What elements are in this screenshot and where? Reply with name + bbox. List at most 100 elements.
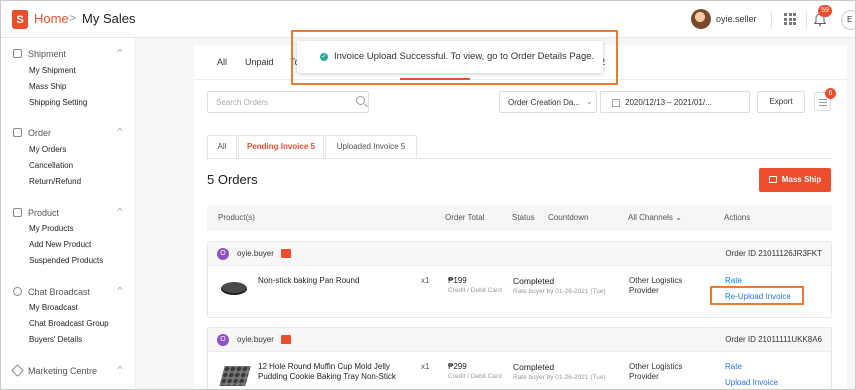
shipping-channel: Other Logistics Provider <box>629 276 683 295</box>
sidebar-section-chat-broadcast[interactable]: Chat Broadcast <box>13 287 90 297</box>
payment-method: Credit / Debit Card <box>448 287 502 294</box>
breadcrumb-home[interactable]: Home <box>34 11 69 26</box>
sidebar-section-order[interactable]: Order <box>13 128 51 138</box>
tab-all[interactable]: All <box>217 57 227 67</box>
box-icon <box>13 49 22 58</box>
table-header: Product(s) Order Total Status Countdown … <box>207 205 832 231</box>
sidebar-section-marketing-centre[interactable]: Marketing Centre <box>11 364 97 377</box>
rate-link[interactable]: Rate <box>725 276 742 285</box>
rate-deadline: Rate buyer by 01-26-2021 (Tue) <box>513 288 606 295</box>
chevron-up-icon[interactable]: ^ <box>117 286 122 295</box>
chevron-up-icon[interactable]: ^ <box>117 365 122 374</box>
sidebar-item-add-new-product[interactable]: Add New Product <box>29 240 91 249</box>
chevron-up-icon[interactable]: ^ <box>117 207 122 216</box>
tab-unpaid[interactable]: Unpaid <box>245 57 274 67</box>
upload-invoice-link[interactable]: Upload Invoice <box>725 378 778 387</box>
col-actions: Actions <box>724 213 751 222</box>
order-card: O oyie.buyer Order ID 21011111UKK8A6 12 … <box>207 327 832 389</box>
product-name[interactable]: 12 Hole Round Muffin Cup Mold Jelly Pudd… <box>258 362 414 382</box>
breadcrumb-current: My Sales <box>82 11 136 26</box>
clipboard-icon <box>13 128 22 137</box>
seller-username[interactable]: oyie.seller <box>716 14 757 24</box>
search-icon[interactable] <box>356 96 365 105</box>
calendar-icon <box>612 99 620 107</box>
sidebar-item-cancellation[interactable]: Cancellation <box>29 161 73 170</box>
language-button[interactable]: E <box>841 10 855 30</box>
people-icon <box>13 287 22 296</box>
chevron-down-icon: ⌄ <box>675 213 682 222</box>
buyer-avatar: O <box>217 334 229 346</box>
col-status: Status <box>512 213 535 222</box>
chevron-down-icon: ⌄ <box>586 97 593 106</box>
sidebar-item-my-products[interactable]: My Products <box>29 224 73 233</box>
tab-uploaded-invoice[interactable]: Uploaded Invoice 5 <box>325 135 417 159</box>
sidebar-item-shipping-setting[interactable]: Shipping Setting <box>29 98 87 107</box>
sidebar-item-return-refund[interactable]: Return/Refund <box>29 177 81 186</box>
sidebar: Shipment ^ My Shipment Mass Ship Shippin… <box>1 38 136 389</box>
apps-grid-icon[interactable] <box>784 13 796 25</box>
sidebar-section-shipment[interactable]: Shipment <box>13 49 66 59</box>
ship-icon <box>768 176 777 183</box>
export-list-badge: 6 <box>825 88 836 99</box>
col-products: Product(s) <box>218 213 255 222</box>
shipping-channel: Other Logistics Provider <box>629 362 683 381</box>
product-image[interactable] <box>218 360 251 389</box>
product-image[interactable] <box>218 274 250 306</box>
tab-invoice-all[interactable]: All <box>207 135 237 159</box>
col-countdown: Countdown <box>548 213 589 222</box>
mass-ship-button[interactable]: Mass Ship <box>759 168 831 192</box>
chat-icon[interactable] <box>281 335 291 344</box>
sort-select-value: Order Creation Da... <box>508 98 581 107</box>
breadcrumb-separator: > <box>69 11 77 25</box>
bag-icon <box>13 208 22 217</box>
product-qty: x1 <box>421 362 430 371</box>
sidebar-item-buyers-details[interactable]: Buyers' Details <box>29 335 82 344</box>
sidebar-item-chat-broadcast-group[interactable]: Chat Broadcast Group <box>29 319 109 328</box>
order-total: ₱199 <box>448 276 467 285</box>
order-id[interactable]: Order ID 21011126JR3FKT <box>725 249 822 258</box>
order-status: Completed <box>513 362 555 372</box>
sidebar-item-my-shipment[interactable]: My Shipment <box>29 66 76 75</box>
product-name[interactable]: Non-stick baking Pan Round <box>258 276 414 286</box>
export-button[interactable]: Export <box>757 91 805 113</box>
tab-pending-invoice[interactable]: Pending Invoice 5 <box>238 135 324 159</box>
buyer-name[interactable]: oyie.buyer <box>237 335 274 344</box>
sidebar-section-product[interactable]: Product <box>13 208 59 218</box>
date-range-value: 2020/12/13 – 2021/01/... <box>625 98 712 107</box>
order-card: O oyie.buyer Order ID 21011126JR3FKT Non… <box>207 241 832 318</box>
product-qty: x1 <box>421 276 430 285</box>
order-card-header: O oyie.buyer Order ID 21011126JR3FKT <box>208 242 831 266</box>
rate-deadline: Rate buyer by 01-26-2021 (Tue) <box>513 374 606 381</box>
chevron-up-icon[interactable]: ^ <box>117 48 122 57</box>
sidebar-item-my-broadcast[interactable]: My Broadcast <box>29 303 78 312</box>
divider <box>207 158 833 159</box>
buyer-name[interactable]: oyie.buyer <box>237 249 274 258</box>
highlight-box-reupload <box>710 286 804 305</box>
sidebar-item-my-orders[interactable]: My Orders <box>29 145 66 154</box>
date-range-picker[interactable]: 2020/12/13 – 2021/01/... <box>600 91 750 113</box>
divider <box>806 11 807 29</box>
order-id[interactable]: Order ID 21011111UKK8A6 <box>725 335 822 344</box>
divider <box>771 11 772 29</box>
tag-icon <box>11 364 24 377</box>
rate-link[interactable]: Rate <box>725 362 742 371</box>
shopee-logo-icon[interactable]: S <box>12 10 28 29</box>
orders-panel: All Unpaid To s 2 Search Orders Order Cr… <box>194 45 847 389</box>
sidebar-item-mass-ship[interactable]: Mass Ship <box>29 82 66 91</box>
channel-filter[interactable]: All Channels ⌄ <box>628 213 682 222</box>
order-card-header: O oyie.buyer Order ID 21011111UKK8A6 <box>208 328 831 352</box>
orders-count: 5 Orders <box>207 172 258 187</box>
payment-method: Credit / Debit Card <box>448 373 502 380</box>
order-total: ₱299 <box>448 362 467 371</box>
chevron-up-icon[interactable]: ^ <box>117 127 122 136</box>
search-input[interactable]: Search Orders <box>207 91 369 113</box>
seller-avatar[interactable] <box>691 9 711 29</box>
search-placeholder: Search Orders <box>216 98 269 107</box>
buyer-avatar: O <box>217 248 229 260</box>
notification-badge: 59 <box>818 5 832 17</box>
screen: S Home > My Sales oyie.seller 59 E Shipm… <box>0 0 856 390</box>
sort-select[interactable]: Order Creation Da... ⌄ <box>499 91 597 113</box>
chat-icon[interactable] <box>281 249 291 258</box>
col-order-total: Order Total <box>445 213 485 222</box>
sidebar-item-suspended-products[interactable]: Suspended Products <box>29 256 103 265</box>
